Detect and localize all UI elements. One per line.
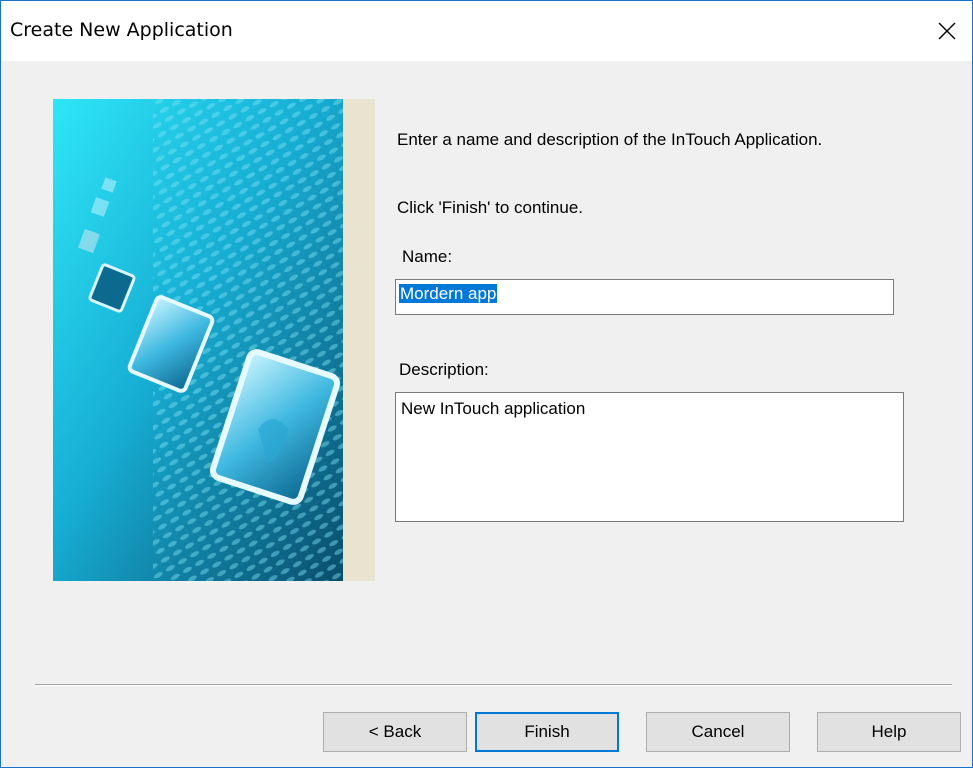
close-button[interactable]	[922, 1, 972, 61]
cancel-button[interactable]: Cancel	[646, 712, 790, 752]
instruction-text: Enter a name and description of the InTo…	[397, 130, 823, 149]
title-bar[interactable]: Create New Application	[1, 1, 972, 61]
help-button[interactable]: Help	[817, 712, 961, 752]
dialog-title: Create New Application	[10, 19, 233, 41]
name-label: Name:	[402, 247, 453, 266]
name-input[interactable]: Mordern app	[395, 279, 894, 315]
back-button[interactable]: < Back	[323, 712, 467, 752]
create-new-application-dialog: Create New Application Enter a name and …	[0, 0, 973, 768]
close-icon	[938, 22, 956, 40]
button-separator	[35, 684, 952, 686]
wizard-banner-image	[53, 99, 375, 581]
description-textarea[interactable]: New InTouch application	[395, 392, 904, 522]
finish-button[interactable]: Finish	[475, 712, 619, 752]
description-label: Description:	[399, 360, 489, 379]
name-input-value: Mordern app	[399, 284, 498, 303]
continue-hint-text: Click 'Finish' to continue.	[397, 198, 584, 217]
